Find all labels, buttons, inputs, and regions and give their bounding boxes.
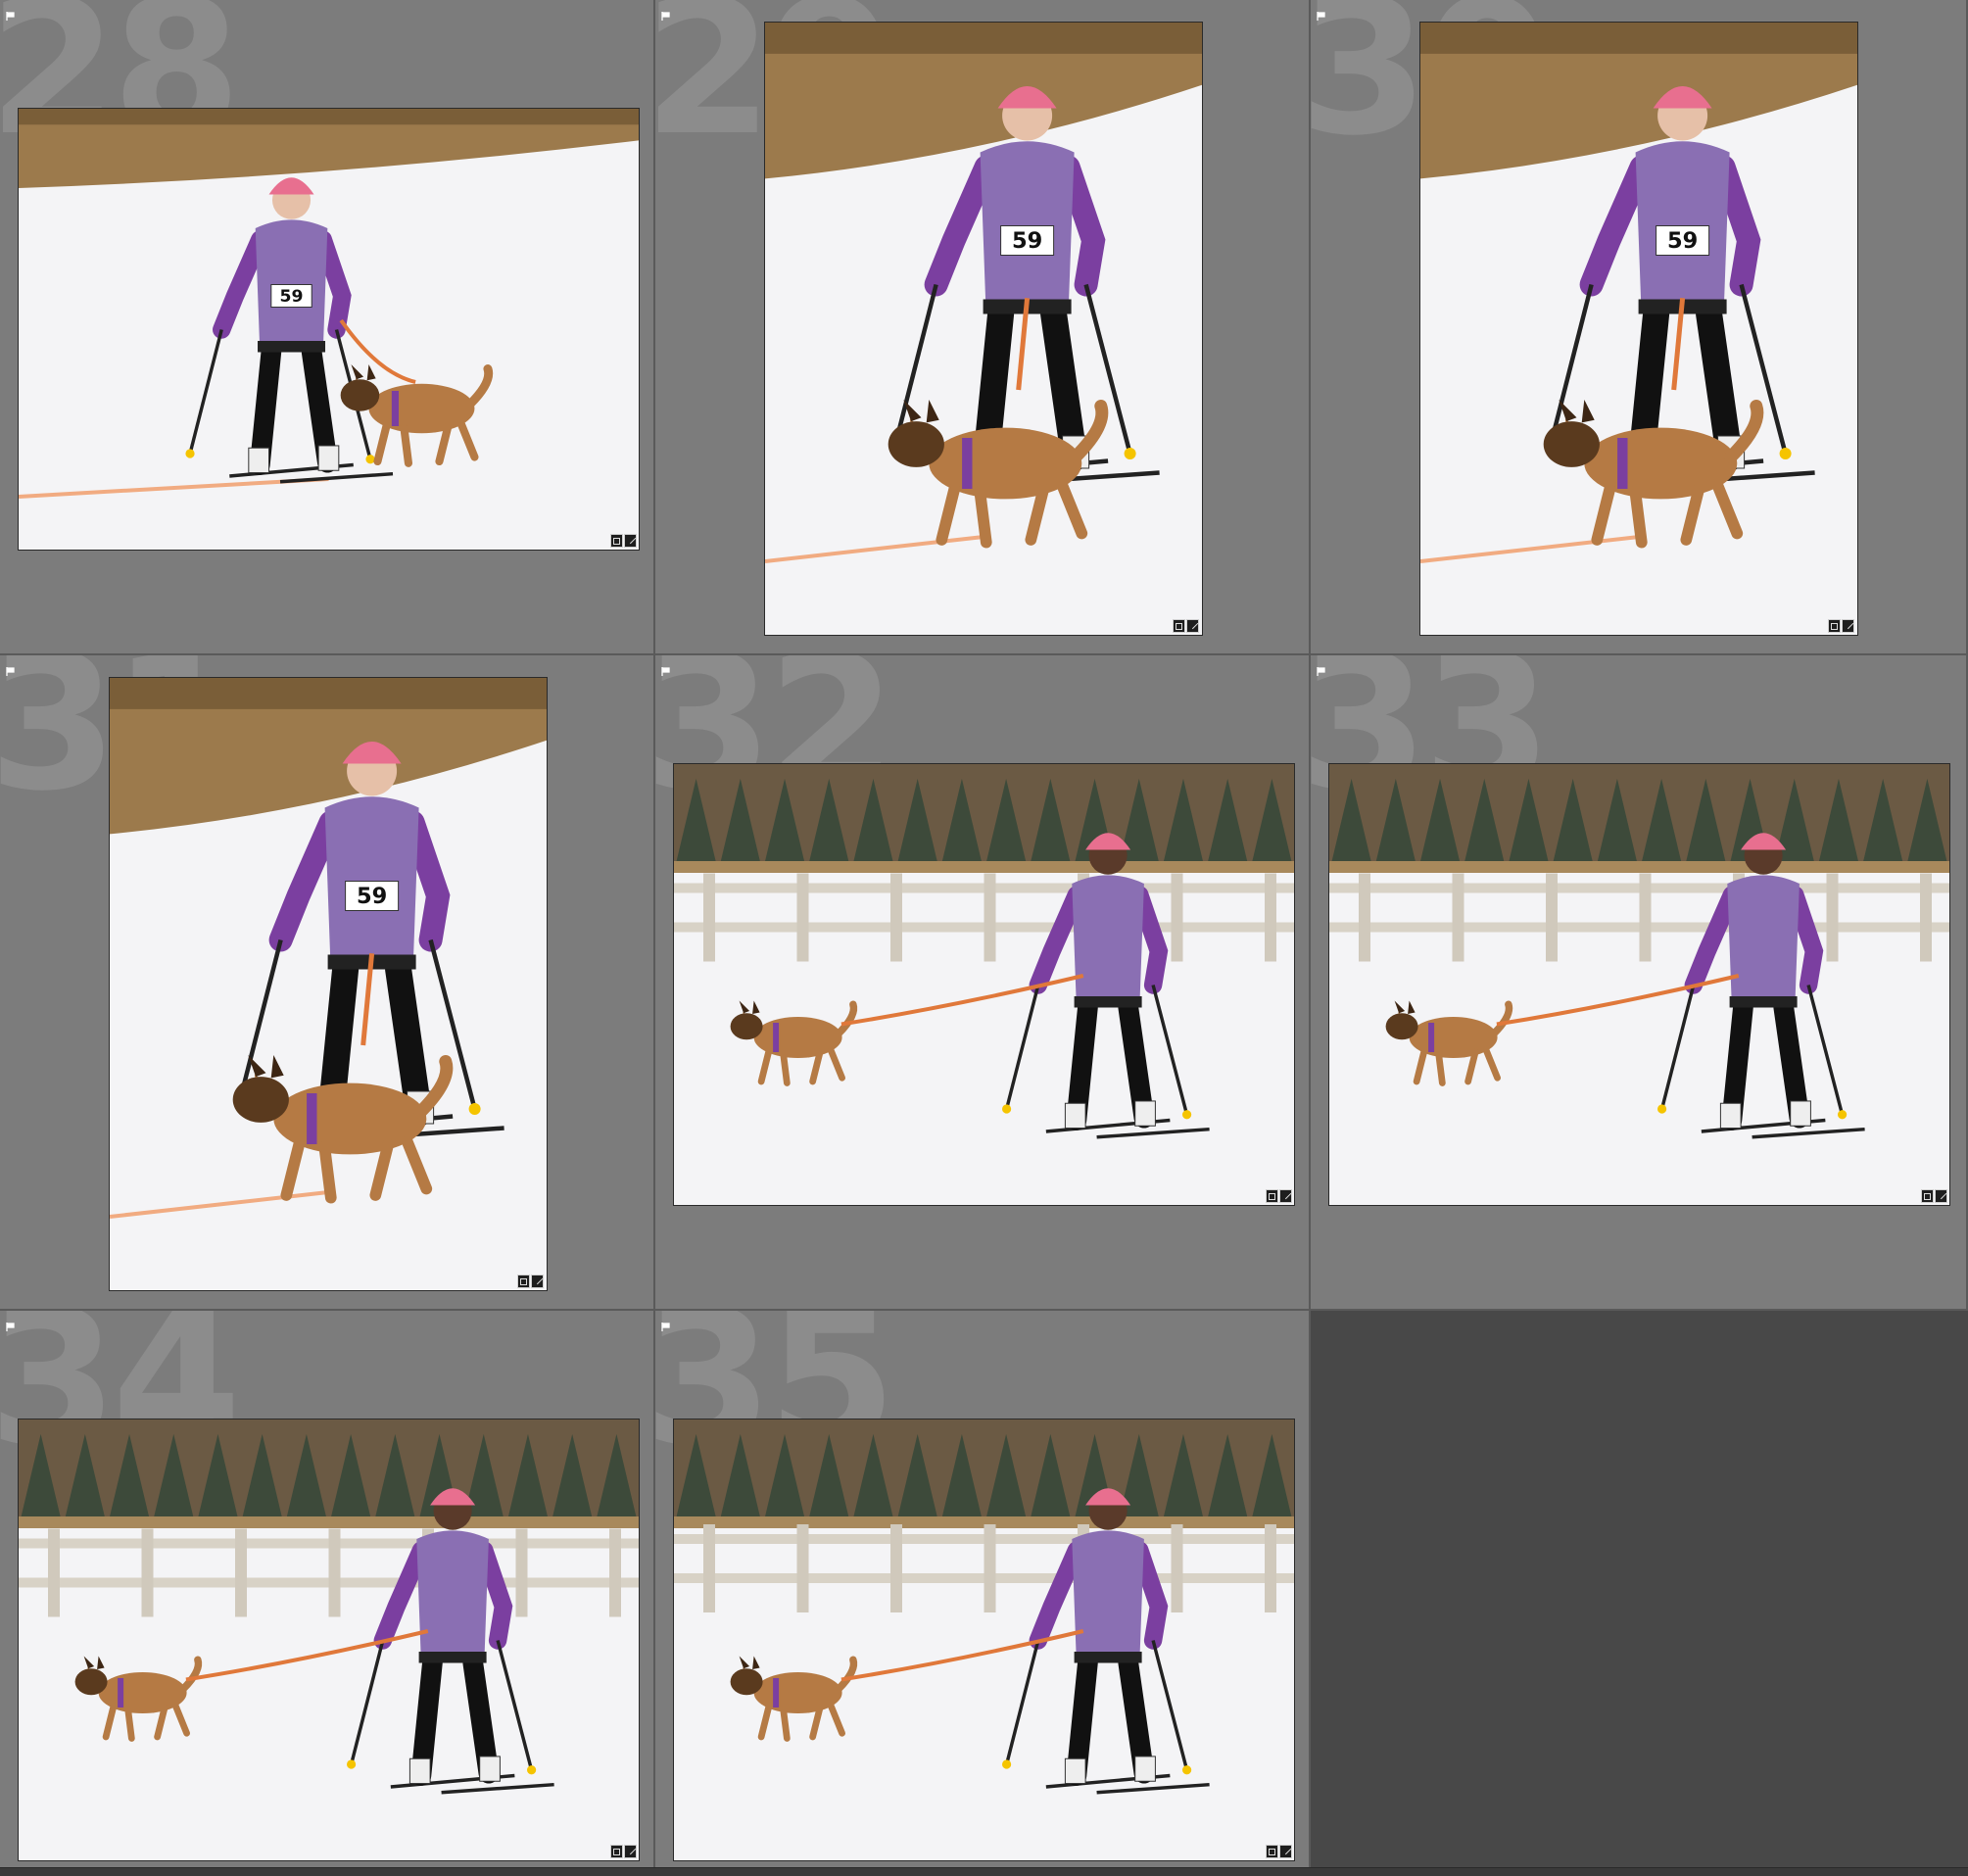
photo-image bbox=[674, 1419, 1294, 1860]
grid-cell-33[interactable]: 33 bbox=[1311, 655, 1968, 1311]
flag-icon[interactable] bbox=[6, 661, 15, 676]
edit-badge-icon bbox=[610, 534, 638, 548]
svg-text:59: 59 bbox=[1667, 228, 1698, 254]
flag-icon[interactable] bbox=[6, 1317, 15, 1331]
photo-thumbnail[interactable] bbox=[18, 1419, 640, 1861]
edit-badge-icon bbox=[517, 1275, 545, 1288]
photo-image: 59 bbox=[110, 678, 547, 1290]
photo-thumbnail[interactable] bbox=[1328, 763, 1950, 1206]
grid-cell-29[interactable]: 29 59 bbox=[655, 0, 1311, 655]
grid-cell-30[interactable]: 30 59 bbox=[1311, 0, 1968, 655]
flag-icon[interactable] bbox=[661, 1317, 670, 1331]
photo-thumbnail[interactable]: 59 bbox=[109, 677, 548, 1291]
filmstrip-grid: 28 59 29 59 30 59 31 59 32 33 34 bbox=[0, 0, 1968, 1876]
svg-text:59: 59 bbox=[280, 287, 304, 307]
flag-icon[interactable] bbox=[6, 6, 15, 21]
photo-thumbnail[interactable]: 59 bbox=[1419, 22, 1858, 636]
grid-cell-34[interactable]: 34 bbox=[0, 1311, 655, 1876]
photo-thumbnail[interactable]: 59 bbox=[764, 22, 1203, 636]
photo-image: 59 bbox=[19, 109, 639, 550]
photo-image bbox=[19, 1419, 639, 1860]
photo-image bbox=[674, 764, 1294, 1205]
photo-image: 59 bbox=[1420, 23, 1857, 635]
empty-grid-cell bbox=[1311, 1311, 1968, 1876]
edit-badge-icon bbox=[1266, 1189, 1293, 1203]
photo-image bbox=[1329, 764, 1949, 1205]
edit-badge-icon bbox=[1266, 1845, 1293, 1858]
svg-text:59: 59 bbox=[357, 884, 387, 909]
photo-thumbnail[interactable] bbox=[673, 763, 1295, 1206]
flag-icon[interactable] bbox=[661, 6, 670, 21]
svg-text:59: 59 bbox=[1012, 228, 1042, 254]
flag-icon[interactable] bbox=[661, 661, 670, 676]
flag-icon[interactable] bbox=[1317, 661, 1325, 676]
edit-badge-icon bbox=[1173, 619, 1200, 633]
grid-cell-28[interactable]: 28 59 bbox=[0, 0, 655, 655]
grid-cell-35[interactable]: 35 bbox=[655, 1311, 1311, 1876]
photo-thumbnail[interactable] bbox=[673, 1419, 1295, 1861]
edit-badge-icon bbox=[1828, 619, 1855, 633]
edit-badge-icon bbox=[1921, 1189, 1948, 1203]
grid-cell-31[interactable]: 31 59 bbox=[0, 655, 655, 1311]
photo-thumbnail[interactable]: 59 bbox=[18, 108, 640, 551]
grid-cell-32[interactable]: 32 bbox=[655, 655, 1311, 1311]
flag-icon[interactable] bbox=[1317, 6, 1325, 21]
photo-image: 59 bbox=[765, 23, 1202, 635]
bottom-scroll-bar[interactable] bbox=[0, 1867, 1968, 1876]
edit-badge-icon bbox=[610, 1845, 638, 1858]
